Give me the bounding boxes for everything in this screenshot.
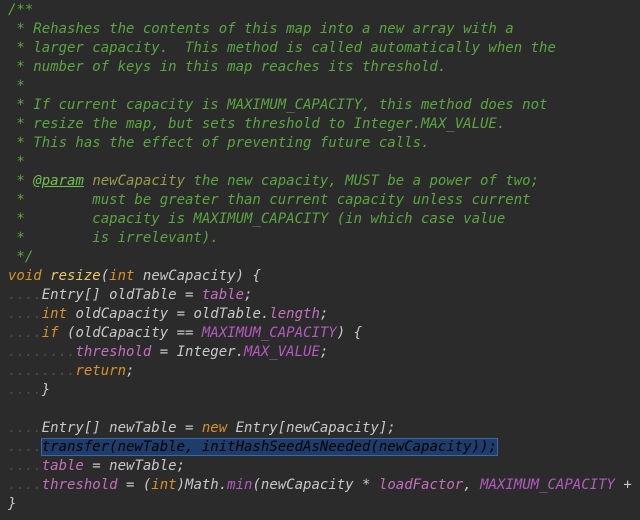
code-token: newCapacity) { bbox=[142, 268, 261, 284]
code-token: .... bbox=[8, 458, 42, 474]
selected-text: transfer(newTable, initHashSeedAsNeeded(… bbox=[40, 438, 498, 456]
code-editor[interactable]: /** * Rehashes the contents of this map … bbox=[0, 0, 640, 520]
code-token: int bbox=[151, 477, 177, 493]
code-token: ; bbox=[244, 287, 253, 303]
code-token: new bbox=[201, 420, 236, 436]
code-line[interactable]: ....Entry[] newTable = new Entry[newCapa… bbox=[0, 419, 640, 438]
code-line[interactable] bbox=[0, 400, 640, 419]
code-token: = Integer. bbox=[151, 344, 245, 360]
code-line[interactable]: * This has the effect of preventing futu… bbox=[0, 134, 640, 153]
code-token: */ bbox=[8, 249, 34, 265]
code-token: ; bbox=[319, 344, 329, 360]
code-token: ........ bbox=[8, 363, 76, 379]
code-token: .... bbox=[8, 325, 42, 341]
code-line[interactable]: * Rehashes the contents of this map into… bbox=[0, 20, 640, 39]
code-token: * bbox=[8, 78, 25, 94]
code-token: .... bbox=[8, 420, 42, 436]
code-line[interactable]: * bbox=[0, 153, 640, 172]
code-line[interactable]: * larger capacity. This method is called… bbox=[0, 39, 640, 58]
code-line[interactable]: * resize the map, but sets threshold to … bbox=[0, 115, 640, 134]
code-line[interactable]: } bbox=[0, 495, 640, 514]
code-line[interactable]: ....threshold = (int)Math.min(newCapacit… bbox=[0, 476, 640, 495]
code-token: * is irrelevant). bbox=[8, 230, 219, 246]
code-token: ........ bbox=[8, 344, 76, 360]
code-token: = newTable; bbox=[83, 458, 186, 474]
code-token: oldCapacity = oldTable. bbox=[75, 306, 270, 322]
code-token: ) { bbox=[336, 325, 363, 341]
code-token: + bbox=[614, 477, 640, 493]
code-line[interactable]: ....Entry[] oldTable = table; bbox=[0, 286, 640, 305]
code-token: * resize the map, but sets threshold to … bbox=[8, 116, 506, 132]
code-token: length bbox=[269, 306, 320, 322]
code-token: newCapacity bbox=[92, 173, 186, 189]
code-token: ; bbox=[319, 306, 329, 322]
code-token: MAX_VALUE bbox=[244, 344, 320, 360]
code-line[interactable]: * capacity is MAXIMUM_CAPACITY (in which… bbox=[0, 210, 640, 229]
code-token: Entry[newCapacity]; bbox=[235, 420, 396, 436]
code-line[interactable]: * must be greater than current capacity … bbox=[0, 191, 640, 210]
code-token: loadFactor bbox=[378, 477, 464, 493]
code-line[interactable]: ....if (oldCapacity == MAXIMUM_CAPACITY)… bbox=[0, 324, 640, 343]
code-token: (newCapacity * bbox=[252, 477, 379, 493]
code-token: * capacity is MAXIMUM_CAPACITY (in which… bbox=[8, 211, 506, 227]
code-token: if bbox=[41, 325, 68, 341]
code-token: Entry[] newTable = bbox=[41, 420, 202, 436]
code-token: /** bbox=[8, 2, 34, 18]
code-token: resize bbox=[50, 268, 101, 284]
code-token: } bbox=[8, 496, 17, 512]
code-token: int bbox=[41, 306, 76, 322]
code-line[interactable]: ........threshold = Integer.MAX_VALUE; bbox=[0, 343, 640, 362]
code-line[interactable]: ....table = newTable; bbox=[0, 457, 640, 476]
code-token: .... bbox=[8, 439, 42, 455]
code-token: MAXIMUM_CAPACITY bbox=[480, 477, 615, 493]
code-token: * bbox=[8, 173, 34, 189]
code-token: threshold bbox=[41, 477, 118, 493]
code-token: threshold bbox=[75, 344, 152, 360]
code-token: * bbox=[8, 154, 25, 170]
code-line[interactable]: * bbox=[0, 77, 640, 96]
code-token: * must be greater than current capacity … bbox=[8, 192, 531, 208]
code-line[interactable]: ....} bbox=[0, 381, 640, 400]
code-token: MAXIMUM_CAPACITY bbox=[201, 325, 337, 341]
code-token: int bbox=[109, 268, 143, 284]
code-token: ( bbox=[100, 268, 110, 284]
code-line[interactable]: * @param newCapacity the new capacity, M… bbox=[0, 172, 640, 191]
code-token: table bbox=[201, 287, 245, 303]
code-token: void bbox=[8, 268, 51, 284]
code-token: } bbox=[41, 382, 51, 398]
code-token: return bbox=[75, 363, 127, 379]
code-token: table bbox=[41, 458, 84, 474]
code-line[interactable]: ........return; bbox=[0, 362, 640, 381]
code-token: the new capacity, MUST be a power of two… bbox=[185, 173, 540, 189]
code-line[interactable]: ....transfer(newTable, initHashSeedAsNee… bbox=[0, 438, 640, 457]
code-token: Entry[] oldTable = bbox=[41, 287, 202, 303]
code-token: (oldCapacity == bbox=[67, 325, 202, 341]
code-token: .... bbox=[8, 477, 42, 493]
code-line[interactable]: * is irrelevant). bbox=[0, 229, 640, 248]
code-token: ; bbox=[126, 363, 135, 379]
code-line[interactable]: ....int oldCapacity = oldTable.length; bbox=[0, 305, 640, 324]
code-token: * number of keys in this map reaches its… bbox=[8, 59, 447, 75]
code-line[interactable]: */ bbox=[0, 248, 640, 267]
code-line[interactable]: /** bbox=[0, 1, 640, 20]
code-line[interactable]: * If current capacity is MAXIMUM_CAPACIT… bbox=[0, 96, 640, 115]
code-token: = ( bbox=[117, 477, 152, 493]
code-token: .... bbox=[8, 306, 42, 322]
code-token: * larger capacity. This method is called… bbox=[8, 40, 556, 56]
code-token: .... bbox=[8, 287, 42, 303]
code-token: * This has the effect of preventing futu… bbox=[8, 135, 430, 151]
code-token: @param bbox=[33, 173, 84, 189]
code-token: * Rehashes the contents of this map into… bbox=[8, 21, 514, 37]
code-token: min bbox=[227, 477, 253, 493]
code-line[interactable]: * number of keys in this map reaches its… bbox=[0, 58, 640, 77]
code-token: .... bbox=[8, 382, 42, 398]
code-token: , bbox=[463, 477, 481, 493]
code-token: * If current capacity is MAXIMUM_CAPACIT… bbox=[8, 97, 548, 113]
code-line[interactable]: void resize(int newCapacity) { bbox=[0, 267, 640, 286]
code-token: )Math. bbox=[176, 477, 228, 493]
